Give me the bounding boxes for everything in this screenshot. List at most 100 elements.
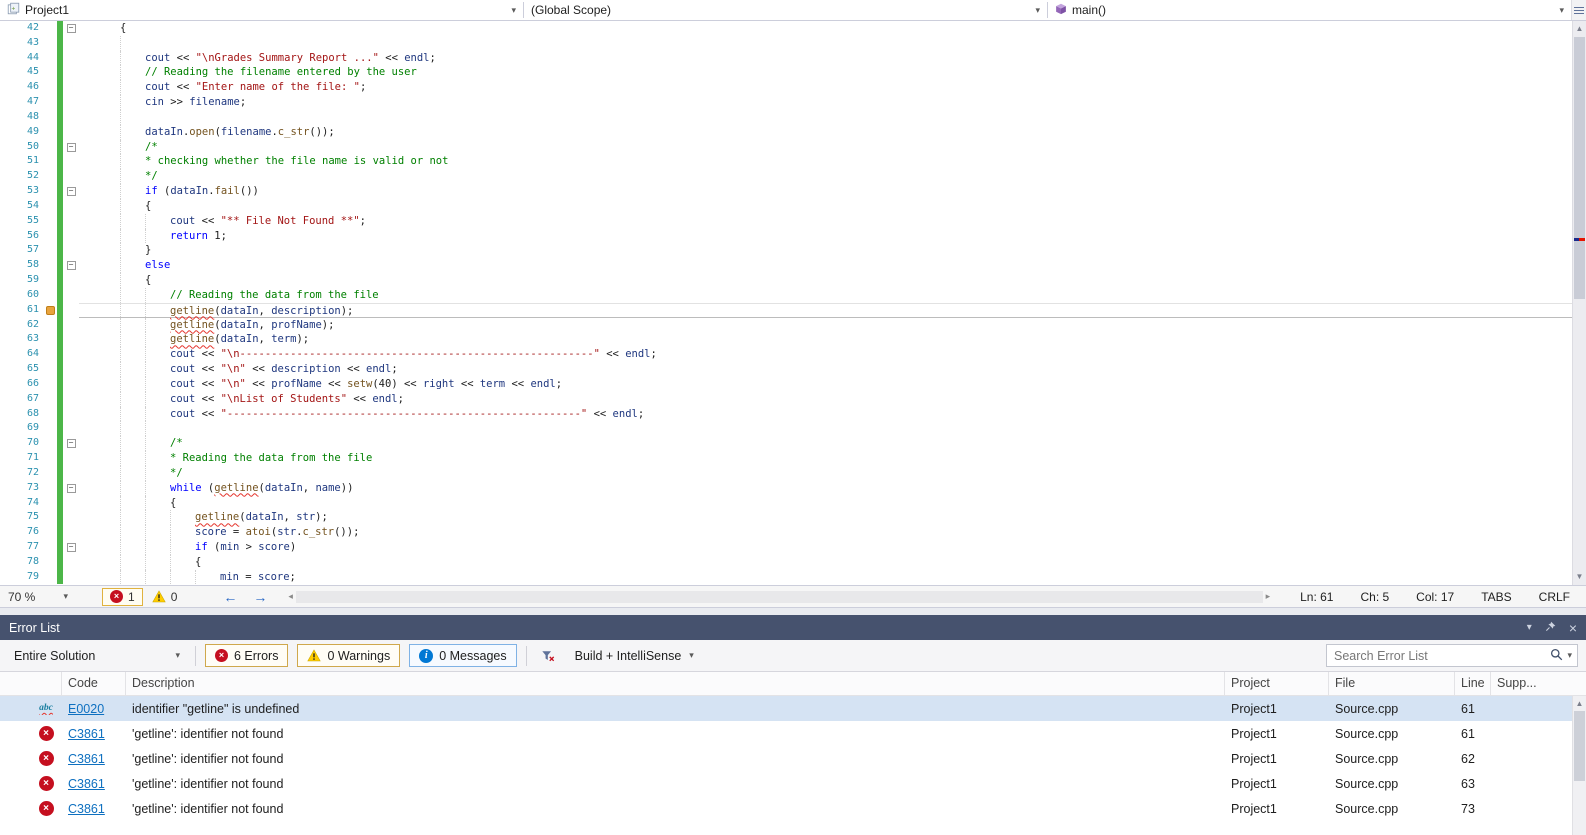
code-line[interactable]: 71 * Reading the data from the file (0, 451, 1572, 466)
code-line[interactable]: 53− if (dataIn. fail()) (0, 184, 1572, 199)
horizontal-scrollbar[interactable]: ◂ ▸ (285, 589, 1273, 604)
outlining-margin[interactable]: − (63, 540, 79, 555)
project-dropdown[interactable]: + Project1 ▾ (0, 0, 523, 20)
code-text[interactable]: { (79, 21, 1572, 36)
quick-action-icon[interactable] (46, 305, 55, 315)
scope-filter-dropdown[interactable]: Entire Solution ▾ (8, 647, 186, 665)
code-line[interactable]: 63 getline(dataIn, term); (0, 332, 1572, 348)
member-dropdown[interactable]: main() ▾ (1048, 0, 1571, 20)
code-text[interactable]: * Reading the data from the file (79, 451, 1572, 466)
code-line[interactable]: 47 cin >> filename; (0, 95, 1572, 110)
code-line[interactable]: 62 getline(dataIn, profName); (0, 317, 1572, 333)
code-text[interactable]: */ (79, 465, 1572, 481)
code-line[interactable]: 55 cout << "** File Not Found **"; (0, 213, 1572, 229)
code-text[interactable]: cout << "** File Not Found **"; (79, 213, 1572, 229)
code-line[interactable]: 58 − else (0, 258, 1572, 274)
error-code-link[interactable]: C3861 (68, 752, 105, 766)
code-line[interactable]: 45 // Reading the filename entered by the… (0, 65, 1572, 81)
outlining-margin[interactable]: − (63, 140, 79, 155)
code-text[interactable]: cout << "\nGrades Summary Report ..." <<… (79, 50, 1572, 66)
column-project[interactable]: Project (1225, 672, 1329, 695)
code-line[interactable]: 64 cout << "\n---------------------------… (0, 347, 1572, 363)
error-row[interactable]: C3861 'getline': identifier not found Proj… (0, 746, 1586, 771)
error-code-link[interactable]: C3861 (68, 777, 105, 791)
code-line[interactable]: 65 cout << "\n" << description << endl; (0, 362, 1572, 377)
code-text[interactable]: cout << "\nList of Students" << endl; (79, 391, 1572, 407)
line-ending-indicator[interactable]: CRLF (1539, 590, 1570, 604)
code-line[interactable]: 66 cout << "\n" << profName << setw (40) <… (0, 376, 1572, 392)
code-line[interactable]: 54 { (0, 198, 1572, 214)
code-text[interactable]: if (dataIn. fail()) (79, 184, 1572, 199)
code-line[interactable]: 48 (0, 109, 1572, 125)
code-text[interactable]: // Reading the filename entered by the u… (79, 65, 1572, 81)
column-suppression[interactable]: Supp... (1491, 672, 1586, 695)
code-line[interactable]: 67 cout << "\nList of Students" << endl; (0, 391, 1572, 407)
collapse-box-icon[interactable]: − (66, 542, 76, 552)
code-text[interactable] (79, 109, 1572, 125)
code-text[interactable]: { (79, 495, 1572, 511)
code-text[interactable]: cout << "\n-----------------------------… (79, 347, 1572, 363)
outlining-margin[interactable]: − (63, 481, 79, 496)
code-line[interactable]: 75 getline(dataIn, str); (0, 510, 1572, 526)
line-indicator[interactable]: Ln: 61 (1300, 590, 1333, 604)
column-code[interactable]: Code (62, 672, 126, 695)
code-line[interactable]: 56 return 1; (0, 228, 1572, 244)
code-text[interactable]: } (79, 243, 1572, 259)
messages-filter-button[interactable]: 0 Messages (409, 644, 517, 667)
search-icon[interactable] (1550, 648, 1563, 664)
code-text[interactable]: getline(dataIn, str); (79, 510, 1572, 526)
code-text[interactable]: { (79, 554, 1572, 570)
code-text[interactable]: score = atoi(str. c_str ()); (79, 525, 1572, 540)
code-text[interactable]: min = score; (79, 569, 1572, 585)
collapse-box-icon[interactable]: − (66, 439, 76, 449)
code-line[interactable]: 76 score = atoi(str. c_str ()); (0, 525, 1572, 540)
scroll-up-icon[interactable]: ▲ (1573, 22, 1586, 36)
code-text[interactable]: cout << "Enter name of the file: "; (79, 80, 1572, 96)
code-text[interactable]: getline(dataIn, description); (79, 302, 1572, 318)
code-line[interactable]: 69 (0, 421, 1572, 437)
character-indicator[interactable]: Ch: 5 (1360, 590, 1389, 604)
error-code-link[interactable]: C3861 (68, 727, 105, 741)
column-description[interactable]: Description (126, 672, 1225, 695)
code-text[interactable]: else (79, 258, 1572, 274)
collapse-box-icon[interactable]: − (66, 261, 76, 271)
code-line[interactable]: 77− if (min > score) (0, 539, 1572, 555)
outlining-margin[interactable]: − (63, 258, 79, 273)
code-line[interactable]: 79 min = score; (0, 569, 1572, 585)
warnings-filter-button[interactable]: 0 Warnings (297, 644, 401, 667)
code-text[interactable]: /* (79, 436, 1572, 452)
code-text[interactable]: cout << "\n" << description << endl; (79, 362, 1572, 377)
scroll-left-icon[interactable]: ◂ (285, 591, 296, 602)
code-line[interactable]: 74 { (0, 495, 1572, 511)
collapse-box-icon[interactable]: − (66, 23, 76, 33)
code-line[interactable]: 68 cout << "-----------------------------… (0, 406, 1572, 422)
code-text[interactable]: cin >> filename; (79, 95, 1572, 110)
zoom-control[interactable]: 70 % ▾ (0, 590, 76, 604)
error-row[interactable]: E0020 identifier "getline" is undefined Pr… (0, 696, 1586, 721)
error-row[interactable]: C3861 'getline': identifier not found Proj… (0, 771, 1586, 796)
outlining-margin[interactable]: − (63, 436, 79, 451)
error-row[interactable]: C3861 'getline': identifier not found Proj… (0, 721, 1586, 746)
code-text[interactable]: { (79, 198, 1572, 214)
pin-icon[interactable] (1545, 621, 1556, 635)
code-line[interactable]: 57} (0, 243, 1572, 259)
scroll-right-icon[interactable]: ▸ (1263, 591, 1274, 602)
code-text[interactable]: /* (79, 139, 1572, 155)
column-indicator[interactable]: Col: 17 (1416, 590, 1454, 604)
code-line[interactable]: 42 − { (0, 21, 1572, 36)
error-row[interactable]: C3861 'getline': identifier not found Proj… (0, 796, 1586, 821)
code-line[interactable]: 72 */ (0, 465, 1572, 481)
code-line[interactable]: 43 (0, 35, 1572, 51)
code-editor[interactable]: 42 − {43 44 cout << "\nGrades Summary Report… (0, 21, 1586, 585)
code-line[interactable]: 70 − /* (0, 436, 1572, 452)
code-text[interactable] (79, 35, 1572, 51)
filter-button[interactable] (536, 644, 560, 667)
code-line[interactable]: 52 */ (0, 169, 1572, 185)
error-code-link[interactable]: C3861 (68, 802, 105, 816)
source-filter-dropdown[interactable]: Build + IntelliSense ▾ (569, 647, 700, 665)
code-text[interactable]: return 1; (79, 228, 1572, 244)
panel-splitter[interactable] (0, 607, 1586, 615)
scrollbar-thumb[interactable] (1574, 37, 1585, 299)
chevron-down-icon[interactable]: ▾ (1567, 651, 1572, 660)
errors-filter-button[interactable]: 6 Errors (205, 644, 289, 667)
